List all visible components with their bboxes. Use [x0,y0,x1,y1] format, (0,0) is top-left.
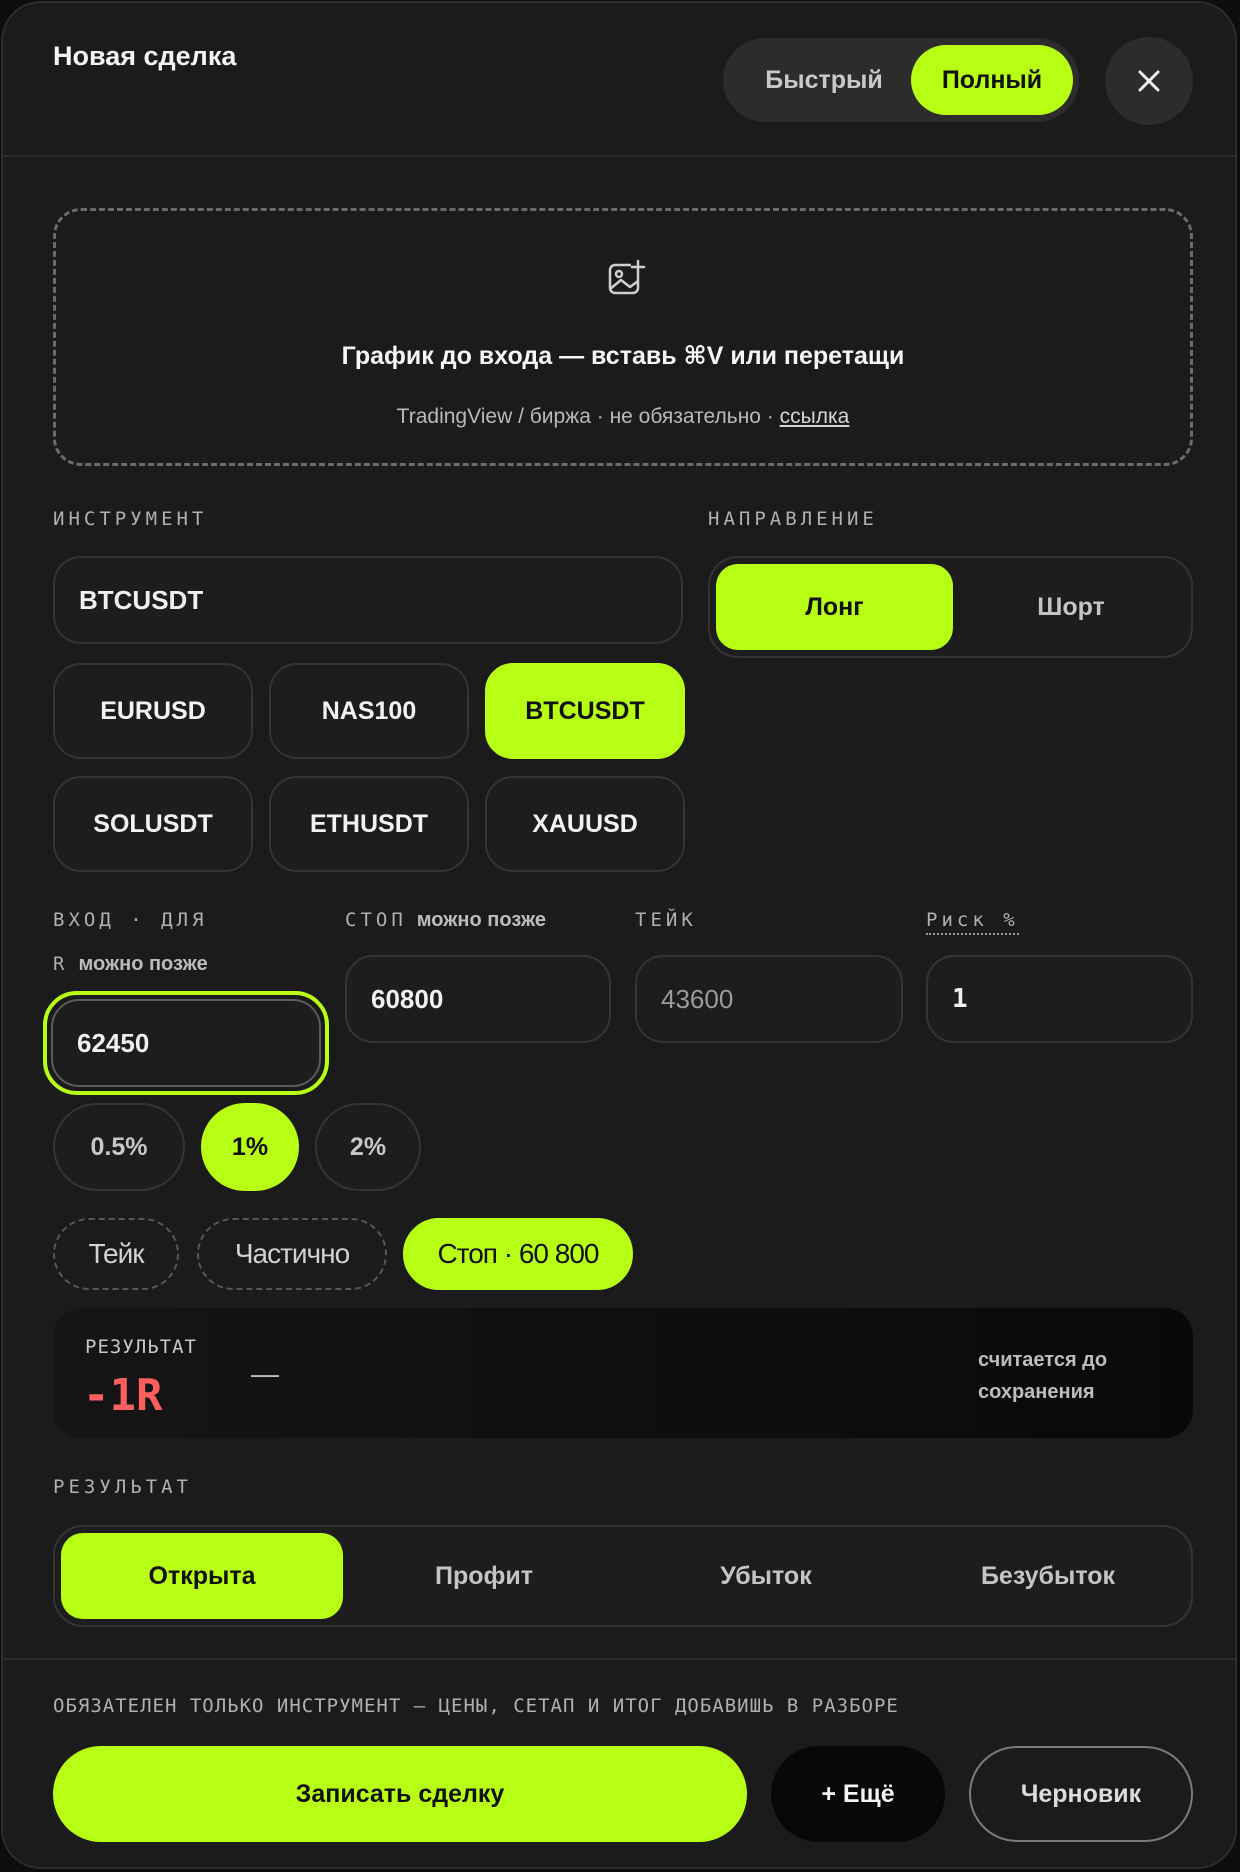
entry-label-r: R [53,953,69,975]
footer-note: ОБЯЗАТЕЛЕН ТОЛЬКО ИНСТРУМЕНТ — ЦЕНЫ, СЕТ… [53,1695,899,1717]
chart-dropzone[interactable]: График до входа — вставь ⌘V или перетащи… [53,208,1193,466]
outcome-take-button[interactable]: Тейк [53,1218,179,1290]
modal-title: Новая сделка [53,41,237,71]
instrument-chip-eurusd[interactable]: EURUSD [53,663,253,759]
instrument-label: ИНСТРУМЕНТ [53,508,208,530]
entry-hint: можно позже [78,953,208,975]
instrument-chip-solusdt[interactable]: SOLUSDT [53,776,253,872]
image-add-icon [608,259,646,295]
result-secondary-value: — [251,1358,279,1389]
result-card: РЕЗУЛЬТАТ -1R — считается до сохранения [53,1308,1193,1438]
status-loss-button[interactable]: Убыток [625,1533,907,1619]
instrument-chip-ethusdt[interactable]: ETHUSDT [269,776,469,872]
risk-preset-1[interactable]: 1% [201,1103,299,1191]
direction-long-button[interactable]: Лонг [716,564,953,650]
status-breakeven-button[interactable]: Безубыток [907,1533,1189,1619]
risk-percent-input[interactable]: 1 [926,955,1193,1043]
status-label: РЕЗУЛЬТАТ [53,1476,192,1498]
instrument-chip-xauusd[interactable]: XAUUSD [485,776,685,872]
result-r-value: -1R [83,1370,163,1421]
mode-toggle: Быстрый Полный [723,38,1079,122]
new-trade-modal: Новая сделка Быстрый Полный График до вх… [1,1,1237,1869]
dropzone-subtitle-text: TradingView / биржа · не обязательно · [396,405,780,428]
risk-preset-0-5[interactable]: 0.5% [53,1103,185,1191]
direction-label: НАПРАВЛЕНИЕ [708,508,878,530]
result-card-label: РЕЗУЛЬТАТ [85,1336,197,1358]
outcome-stop-button[interactable]: Стоп · 60 800 [403,1218,633,1290]
mode-full-button[interactable]: Полный [911,45,1073,115]
stop-label-text: СТОП [345,909,407,931]
stop-hint: можно позже [416,909,547,931]
modal-footer: ОБЯЗАТЕЛЕН ТОЛЬКО ИНСТРУМЕНТ — ЦЕНЫ, СЕТ… [3,1658,1235,1867]
mode-quick-button[interactable]: Быстрый [731,45,917,115]
close-button[interactable] [1105,37,1193,125]
outcome-partial-button[interactable]: Частично [197,1218,387,1290]
risk-label[interactable]: Риск % [926,909,1019,935]
entry-label-line2: Rможно позже [53,953,208,976]
risk-preset-2[interactable]: 2% [315,1103,421,1191]
status-profit-button[interactable]: Профит [343,1533,625,1619]
dropzone-title: График до входа — вставь ⌘V или перетащи [341,342,905,370]
stop-price-input[interactable]: 60800 [345,955,611,1043]
instrument-input[interactable]: BTCUSDT [53,556,683,644]
take-label: ТЕЙК [635,909,697,931]
entry-label: ВХОД · ДЛЯ [53,909,208,931]
more-button[interactable]: + Ещё [771,1746,945,1842]
status-toggle: Открыта Профит Убыток Безубыток [53,1525,1193,1627]
close-icon [1138,70,1160,92]
entry-price-input[interactable]: 62450 [51,999,321,1087]
draft-button[interactable]: Черновик [969,1746,1193,1842]
dropzone-subtitle: TradingView / биржа · не обязательно · с… [56,405,1190,429]
instrument-chip-nas100[interactable]: NAS100 [269,663,469,759]
save-trade-button[interactable]: Записать сделку [53,1746,747,1842]
modal-header: Новая сделка Быстрый Полный [3,3,1235,157]
status-open-button[interactable]: Открыта [61,1533,343,1619]
direction-toggle: Лонг Шорт [708,556,1193,658]
stop-label: СТОП можно позже [345,909,546,932]
take-price-input[interactable]: 43600 [635,955,903,1043]
direction-short-button[interactable]: Шорт [953,564,1189,650]
dropzone-link[interactable]: ссылка [780,405,850,428]
instrument-chip-btcusdt[interactable]: BTCUSDT [485,663,685,759]
result-note: считается до сохранения [978,1349,1108,1403]
